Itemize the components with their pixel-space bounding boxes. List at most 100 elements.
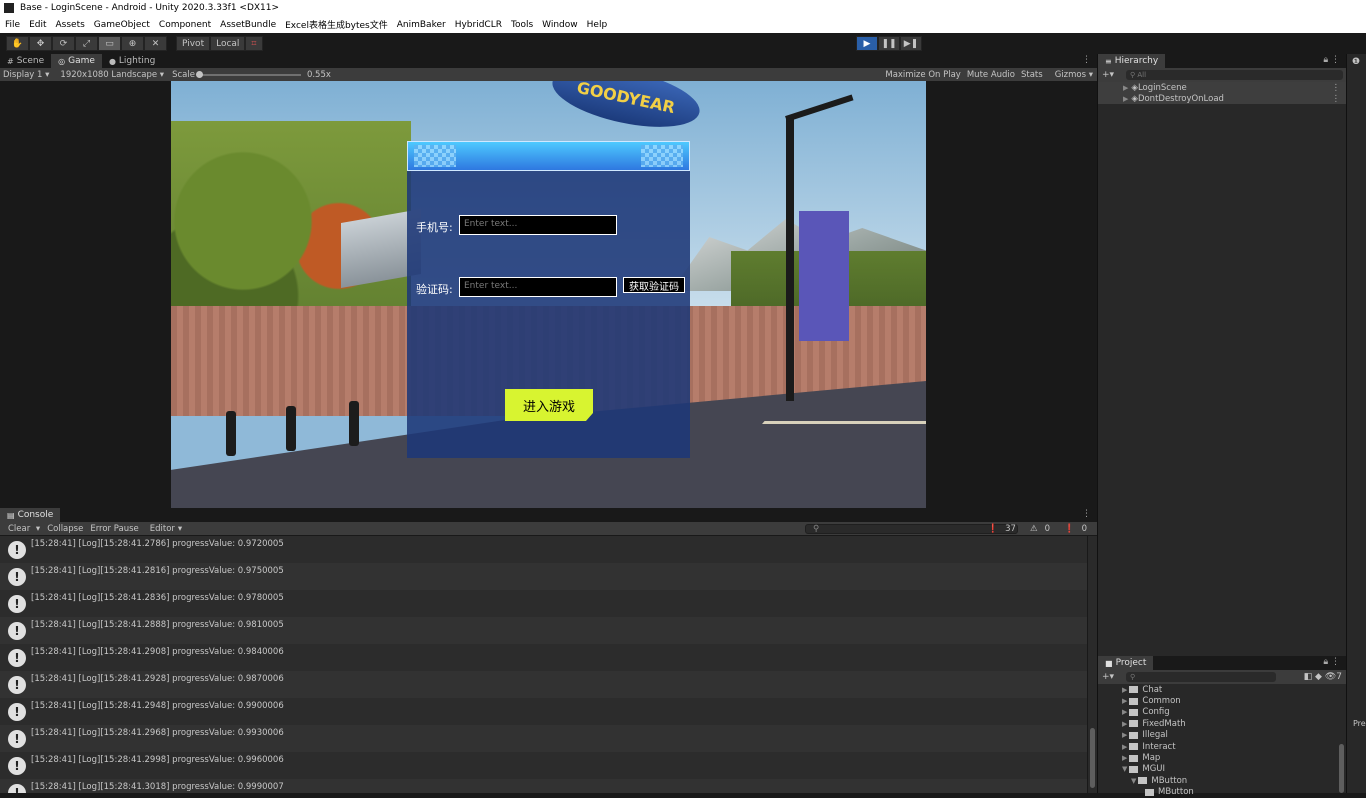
expand-arrow-icon[interactable]: ▶ [1122, 731, 1127, 739]
project-scroll-thumb[interactable] [1339, 744, 1344, 793]
move-icon[interactable]: ✥ [29, 36, 52, 51]
project-folder[interactable]: ▶ Interact [1098, 741, 1346, 752]
tab-game[interactable]: ◎ Game [51, 54, 102, 68]
game-viewport[interactable]: GOODYEAR 手机号: Enter text... 验证码: Enter t… [171, 81, 926, 508]
menu-file[interactable]: File [5, 20, 20, 30]
hierarchy-item-loginscene[interactable]: ▶ ◈ LoginScene ⋮ [1098, 82, 1346, 93]
error-pause-toggle[interactable]: Error Pause [90, 524, 138, 534]
expand-arrow-icon[interactable]: ▶ [1122, 708, 1127, 716]
log-entry[interactable]: ! [15:28:41] [Log][15:28:41.2908] progres… [0, 644, 1087, 671]
menu-excel[interactable]: Excel表格生成bytes文件 [285, 18, 388, 31]
project-folder[interactable]: ▶ Chat [1098, 684, 1346, 695]
expand-arrow-icon[interactable]: ▶ [1122, 743, 1127, 751]
expand-arrow-icon[interactable]: ▶ [1122, 754, 1127, 762]
menu-hybridclr[interactable]: HybridCLR [455, 20, 502, 30]
clear-button[interactable]: Clear ▾ [4, 524, 40, 534]
collapse-arrow-icon[interactable]: ▼ [1122, 765, 1127, 773]
create-asset-button[interactable]: +▾ [1102, 672, 1114, 682]
editor-dropdown[interactable]: Editor ▾ [146, 524, 182, 534]
transform-icon[interactable]: ⊕ [121, 36, 144, 51]
tab-console[interactable]: ▤ Console [0, 508, 61, 522]
hidden-count-icon[interactable]: 👁︎ [1325, 672, 1336, 682]
menu-tools[interactable]: Tools [511, 20, 533, 30]
project-folder[interactable]: ▶ FixedMath [1098, 718, 1346, 729]
console-log-list[interactable]: ! [15:28:41] [Log][15:28:41.2786] progres… [0, 536, 1087, 793]
get-code-button[interactable]: 获取验证码 [623, 277, 685, 293]
console-scroll-thumb[interactable] [1090, 728, 1095, 788]
log-entry[interactable]: ! [15:28:41] [Log][15:28:41.2968] progres… [0, 725, 1087, 752]
console-menu-icon[interactable]: ⋮ [1082, 509, 1091, 519]
row-menu-icon[interactable]: ⋮ [1332, 83, 1341, 93]
expand-arrow-icon[interactable]: ▶ [1123, 95, 1128, 103]
project-lock-icon[interactable]: 🔒︎ ⋮ [1323, 657, 1340, 667]
rotate-icon[interactable]: ⟳ [52, 36, 75, 51]
resolution-dropdown[interactable]: 1920x1080 Landscape ▾ [60, 70, 164, 80]
hierarchy-lock-icon[interactable]: 🔒︎ ⋮ [1323, 55, 1340, 65]
code-input[interactable]: Enter text... [459, 277, 617, 297]
log-entry[interactable]: ! [15:28:41] [Log][15:28:41.2786] progres… [0, 536, 1087, 563]
pause-icon[interactable]: ❚❚ [878, 36, 900, 51]
log-entry[interactable]: ! [15:28:41] [Log][15:28:41.2948] progres… [0, 698, 1087, 725]
row-menu-icon[interactable]: ⋮ [1332, 94, 1341, 104]
project-subfolder[interactable]: MButton [1098, 787, 1346, 798]
pivot-button[interactable]: Pivot [176, 36, 211, 51]
error-count-toggle[interactable]: ❗ 0 [1060, 524, 1090, 534]
menu-help[interactable]: Help [587, 20, 608, 30]
project-filter-icons[interactable]: ◧ ◆ 👁︎7 [1304, 672, 1342, 682]
enter-game-button[interactable]: 进入游戏 [505, 389, 593, 421]
console-scrollbar[interactable] [1088, 536, 1097, 793]
log-entry[interactable]: ! [15:28:41] [Log][15:28:41.2816] progres… [0, 563, 1087, 590]
project-scrollbar[interactable] [1338, 684, 1345, 793]
menu-animbaker[interactable]: AnimBaker [397, 20, 446, 30]
expand-arrow-icon[interactable]: ▶ [1122, 686, 1127, 694]
tab-scene[interactable]: # Scene [0, 54, 51, 68]
menu-gameobject[interactable]: GameObject [94, 20, 150, 30]
gizmos-toggle[interactable]: Gizmos ▾ [1049, 70, 1093, 80]
scale-slider-knob[interactable] [195, 70, 203, 78]
warning-count-toggle[interactable]: ⚠ 0 [1026, 524, 1053, 534]
tab-lighting[interactable]: ● Lighting [102, 54, 162, 68]
rect-icon[interactable]: ▭ [98, 36, 121, 51]
mute-audio-toggle[interactable]: Mute Audio [967, 70, 1015, 80]
grid-snap-icon[interactable]: ⌗ [245, 36, 263, 51]
play-icon[interactable]: ▶ [856, 36, 878, 51]
game-menu-icon[interactable]: ⋮ [1082, 55, 1091, 65]
menu-assetbundle[interactable]: AssetBundle [220, 20, 276, 30]
hierarchy-item-dontdestroyonload[interactable]: ▶ ◈ DontDestroyOnLoad ⋮ [1098, 93, 1346, 104]
tab-hierarchy[interactable]: ≡ Hierarchy [1098, 54, 1166, 68]
project-folder[interactable]: ▶ Illegal [1098, 730, 1346, 741]
add-object-button[interactable]: +▾ [1102, 70, 1114, 80]
log-entry[interactable]: ! [15:28:41] [Log][15:28:41.2998] progres… [0, 752, 1087, 779]
menu-edit[interactable]: Edit [29, 20, 46, 30]
project-folder[interactable]: ▶ Config [1098, 707, 1346, 718]
filter-type-icon[interactable]: ◧ [1304, 672, 1315, 682]
log-entry[interactable]: ! [15:28:41] [Log][15:28:41.3018] progres… [0, 779, 1087, 793]
log-entry[interactable]: ! [15:28:41] [Log][15:28:41.2888] progres… [0, 617, 1087, 644]
scale-icon[interactable]: ⤢ [75, 36, 98, 51]
custom-tool-icon[interactable]: ✕ [144, 36, 167, 51]
project-search-input[interactable]: ⚲ [1126, 672, 1276, 682]
collapse-arrow-icon[interactable]: ▼ [1131, 777, 1136, 785]
expand-arrow-icon[interactable]: ▶ [1123, 84, 1128, 92]
info-icon[interactable]: ❶ [1352, 57, 1360, 67]
step-icon[interactable]: ▶❚ [900, 36, 922, 51]
filter-label-icon[interactable]: ◆ [1315, 672, 1325, 682]
menu-component[interactable]: Component [159, 20, 211, 30]
phone-input[interactable]: Enter text... [459, 215, 617, 235]
menu-assets[interactable]: Assets [56, 20, 85, 30]
collapse-toggle[interactable]: Collapse [47, 524, 83, 534]
project-folder[interactable]: ▼ MGUI [1098, 764, 1346, 775]
expand-arrow-icon[interactable]: ▶ [1122, 697, 1127, 705]
tab-project[interactable]: ■ Project [1098, 656, 1154, 670]
maximize-on-play-toggle[interactable]: Maximize On Play [885, 70, 960, 80]
hand-icon[interactable]: ✋ [6, 36, 29, 51]
log-entry[interactable]: ! [15:28:41] [Log][15:28:41.2836] progres… [0, 590, 1087, 617]
project-subfolder[interactable]: ▼ MButton [1098, 775, 1346, 786]
local-button[interactable]: Local [210, 36, 246, 51]
log-entry[interactable]: ! [15:28:41] [Log][15:28:41.2928] progres… [0, 671, 1087, 698]
log-count-toggle[interactable]: ❗ 37 [984, 524, 1019, 534]
stats-toggle[interactable]: Stats [1021, 70, 1043, 80]
display-dropdown[interactable]: Display 1 ▾ [3, 70, 49, 80]
scale-slider[interactable] [195, 70, 301, 78]
project-folder[interactable]: ▶ Common [1098, 695, 1346, 706]
